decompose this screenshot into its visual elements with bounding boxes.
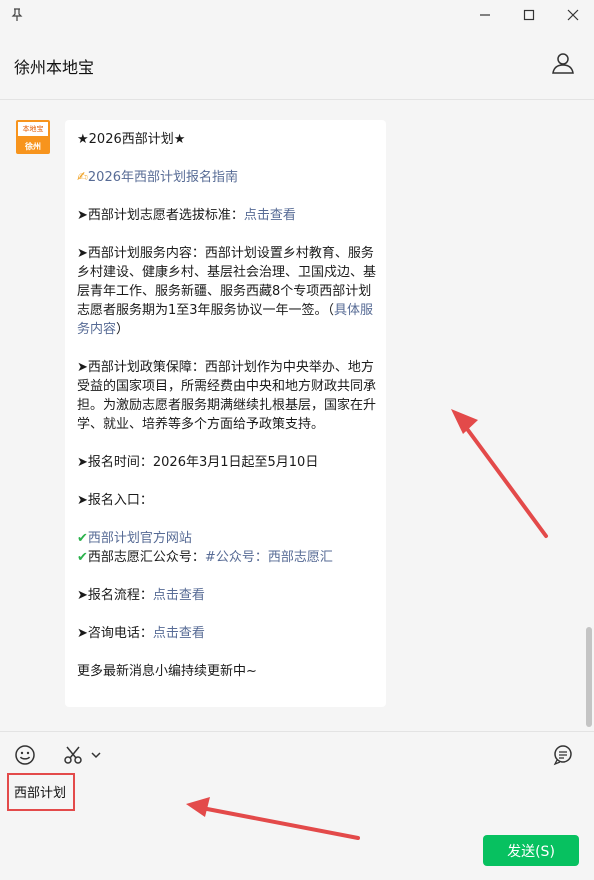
input-highlight-box bbox=[7, 773, 75, 811]
chat-title: 徐州本地宝 bbox=[14, 58, 95, 77]
send-button[interactable]: 发送(S) bbox=[483, 835, 579, 866]
scissors-icon[interactable] bbox=[62, 744, 84, 766]
pin-icon[interactable] bbox=[2, 0, 32, 30]
chat-history-icon[interactable] bbox=[552, 744, 574, 766]
chevron-down-icon[interactable] bbox=[90, 744, 102, 766]
chat-header: 徐州本地宝 bbox=[0, 32, 594, 100]
annotation-arrow-up bbox=[451, 409, 548, 538]
input-toolbar bbox=[0, 731, 594, 772]
chat-scrollbar[interactable] bbox=[586, 627, 592, 727]
close-icon[interactable] bbox=[558, 0, 588, 30]
chat-area[interactable]: 本地宝 徐州 ★2026西部计划★ ✍2026年西部计划报名指南 ➤西部计划志愿… bbox=[0, 100, 594, 731]
person-icon[interactable] bbox=[550, 50, 576, 76]
minimize-icon[interactable] bbox=[470, 0, 500, 30]
emoji-icon[interactable] bbox=[14, 744, 36, 766]
title-bar bbox=[0, 0, 594, 32]
maximize-icon[interactable] bbox=[514, 0, 544, 30]
